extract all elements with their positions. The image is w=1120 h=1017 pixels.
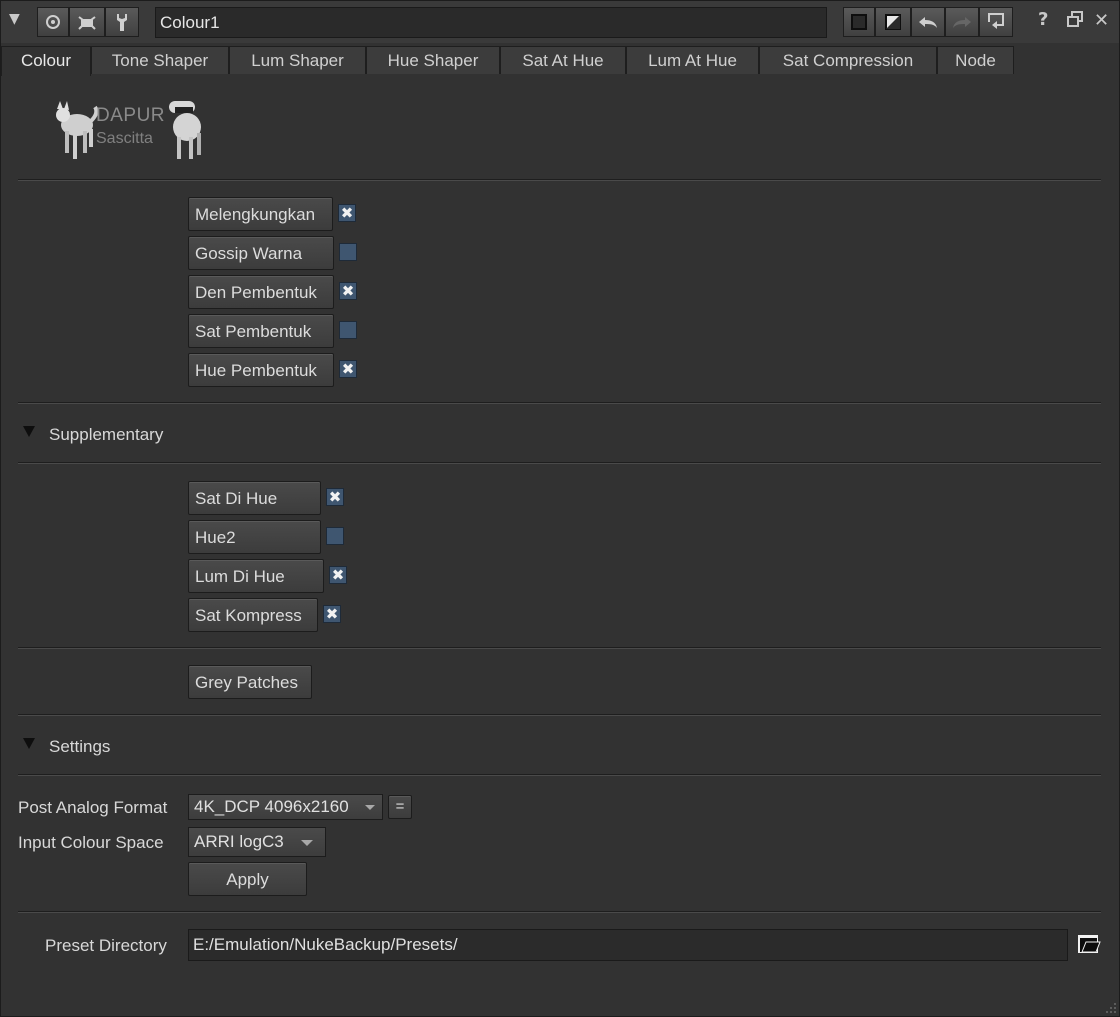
sat-kompress-checkbox[interactable]: ✖	[323, 605, 341, 623]
wrench-icon	[117, 14, 127, 31]
gossip-warna-button[interactable]: Gossip Warna	[188, 236, 334, 270]
melengkungkan-button[interactable]: Melengkungkan	[188, 197, 333, 231]
folder-icon	[1078, 935, 1101, 953]
den-pembentuk-button[interactable]: Den Pembentuk	[188, 275, 334, 309]
view-icon	[46, 15, 60, 29]
preset-directory-input[interactable]: E:/Emulation/NukeBackup/Presets/	[188, 929, 1068, 961]
chevron-down-icon	[365, 805, 375, 810]
color-picker-button[interactable]	[875, 7, 911, 37]
color-swatch-button[interactable]	[843, 7, 875, 37]
tab-colour[interactable]: Colour	[1, 46, 91, 76]
divider	[18, 647, 1101, 649]
dog-right-icon	[169, 101, 201, 159]
bug-button[interactable]	[69, 7, 105, 37]
lum-di-hue-button[interactable]: Lum Di Hue	[188, 559, 324, 593]
redo-icon	[953, 17, 971, 28]
check-x-icon: ✖	[328, 488, 342, 506]
check-x-icon: ✖	[331, 566, 345, 584]
divider	[18, 402, 1101, 404]
input-colour-space-value: ARRI logC3	[194, 832, 284, 851]
tab-sat-compression[interactable]: Sat Compression	[759, 46, 937, 74]
collapse-triangle-icon[interactable]: ▼	[9, 11, 20, 27]
apply-button[interactable]: Apply	[188, 862, 307, 896]
sat-pembentuk-checkbox[interactable]	[339, 321, 357, 339]
preset-directory-label: Preset Directory	[45, 936, 167, 955]
close-icon[interactable]: ✕	[1094, 10, 1109, 31]
input-colour-space-label: Input Colour Space	[18, 833, 164, 852]
tab-bar: Colour Tone Shaper Lum Shaper Hue Shaper…	[1, 46, 1119, 76]
supplementary-section-title[interactable]: Supplementary	[49, 425, 163, 445]
divider	[18, 911, 1101, 913]
wrench-button[interactable]	[105, 7, 139, 37]
tab-node[interactable]: Node	[937, 46, 1014, 74]
sat-di-hue-button[interactable]: Sat Di Hue	[188, 481, 321, 515]
node-name-field[interactable]: Colour1	[155, 7, 827, 38]
hue2-button[interactable]: Hue2	[188, 520, 321, 554]
undo-button[interactable]	[911, 7, 945, 37]
sat-di-hue-checkbox[interactable]: ✖	[326, 488, 344, 506]
view-button[interactable]	[37, 7, 69, 37]
format-eq-button[interactable]: =	[388, 795, 412, 819]
redo-button[interactable]	[945, 7, 979, 37]
logo-subtitle: Sascitta	[96, 130, 153, 147]
tab-lum-shaper[interactable]: Lum Shaper	[229, 46, 366, 74]
float-icon[interactable]	[1067, 11, 1083, 32]
hue2-checkbox[interactable]	[326, 527, 344, 545]
folder-browse-button[interactable]	[1077, 932, 1101, 956]
divider	[18, 774, 1101, 776]
tab-hue-shaper[interactable]: Hue Shaper	[366, 46, 500, 74]
sat-kompress-button[interactable]: Sat Kompress	[188, 598, 318, 632]
dog-left-icon	[56, 101, 99, 159]
check-x-icon: ✖	[325, 605, 339, 623]
hue-pembentuk-button[interactable]: Hue Pembentuk	[188, 353, 334, 387]
node-properties-panel: ▼ Colour1 ? ✕ Colour Tone Shaper Lum Sha…	[0, 0, 1120, 1017]
tab-lum-at-hue[interactable]: Lum At Hue	[626, 46, 759, 74]
resize-grip-icon[interactable]	[1105, 1002, 1117, 1014]
tab-sat-at-hue[interactable]: Sat At Hue	[500, 46, 626, 74]
divider	[18, 462, 1101, 464]
settings-section-title[interactable]: Settings	[49, 737, 110, 757]
title-bar: ▼ Colour1 ? ✕	[1, 1, 1119, 43]
collapse-triangle-icon[interactable]	[23, 426, 35, 437]
post-analog-format-label: Post Analog Format	[18, 798, 168, 817]
chevron-down-icon	[301, 840, 313, 846]
den-pembentuk-checkbox[interactable]: ✖	[339, 282, 357, 300]
bug-icon	[78, 16, 96, 30]
check-x-icon: ✖	[341, 282, 355, 300]
lum-di-hue-checkbox[interactable]: ✖	[329, 566, 347, 584]
logo-title: DAPUR	[96, 105, 166, 126]
divider	[18, 714, 1101, 716]
color-picker-icon	[885, 14, 901, 30]
melengkungkan-checkbox[interactable]: ✖	[338, 204, 356, 222]
sat-pembentuk-button[interactable]: Sat Pembentuk	[188, 314, 334, 348]
undo-icon	[919, 17, 937, 28]
divider	[18, 179, 1101, 181]
grey-patches-button[interactable]: Grey Patches	[188, 665, 312, 699]
tab-tone-shaper[interactable]: Tone Shaper	[91, 46, 229, 74]
post-analog-format-dropdown[interactable]: 4K_DCP 4096x2160	[188, 794, 383, 820]
input-colour-space-dropdown[interactable]: ARRI logC3	[188, 827, 326, 857]
gossip-warna-checkbox[interactable]	[339, 243, 357, 261]
revert-button[interactable]	[979, 7, 1013, 37]
hue-pembentuk-checkbox[interactable]: ✖	[339, 360, 357, 378]
help-icon[interactable]: ?	[1038, 9, 1048, 30]
revert-icon	[988, 13, 1004, 29]
color-swatch-icon	[851, 14, 867, 30]
check-x-icon: ✖	[340, 204, 354, 222]
collapse-triangle-icon[interactable]	[23, 738, 35, 749]
post-analog-format-value: 4K_DCP 4096x2160	[194, 797, 349, 816]
check-x-icon: ✖	[341, 360, 355, 378]
